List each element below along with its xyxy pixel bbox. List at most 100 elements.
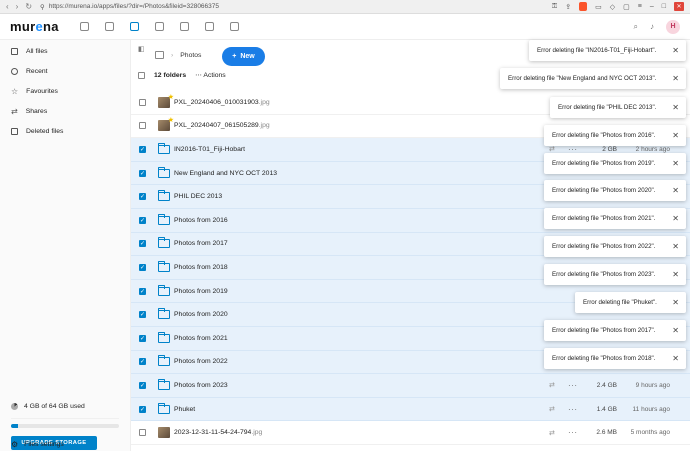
close-icon[interactable]: ✕ (672, 326, 679, 335)
row-checkbox[interactable]: ✓ (139, 216, 146, 224)
murena-logo[interactable]: murena (10, 19, 72, 34)
close-icon[interactable]: ✕ (672, 298, 679, 307)
sidebar-item-deleted-files[interactable]: Deleted files (0, 121, 130, 141)
row-checkbox[interactable]: ✓ (139, 169, 146, 177)
bookmark-icon[interactable]: ⚲ (40, 3, 45, 11)
row-checkbox[interactable]: ✓ (139, 311, 146, 319)
file-name[interactable]: New England and NYC OCT 2013 (174, 170, 277, 177)
file-name[interactable]: Photos from 2017 (174, 240, 228, 247)
file-name[interactable]: 2023-12-31-11-54-24-794.jpg (174, 429, 262, 436)
file-name[interactable]: Phuket (174, 406, 195, 413)
address-bar[interactable]: ⚲ https://murena.io/apps/files/?dir=/Pho… (40, 3, 552, 11)
back-icon[interactable]: ‹ (6, 2, 9, 11)
avatar[interactable]: H (666, 19, 680, 34)
close-window-icon[interactable]: ✕ (674, 2, 684, 11)
table-row[interactable]: ✓ Photos from 2023 ⇄ ··· 2.4 GB 9 hours ago (131, 374, 690, 398)
new-button[interactable]: + New (222, 47, 265, 66)
folder-icon (158, 260, 170, 272)
close-icon[interactable]: ✕ (672, 131, 679, 140)
sidebar-item-recent[interactable]: Recent (0, 61, 130, 81)
more-actions-icon[interactable]: ··· (568, 428, 578, 437)
file-name[interactable]: Photos from 2022 (174, 358, 228, 365)
address-url[interactable]: https://murena.io/apps/files/?dir=/Photo… (49, 3, 219, 10)
row-checkbox[interactable] (139, 122, 146, 130)
row-checkbox[interactable]: ✓ (139, 405, 146, 413)
files-toolbar: 12 folders ⋯ Actions (138, 71, 226, 79)
search-icon[interactable]: ⌕ (634, 22, 638, 32)
sidebar-item-shares[interactable]: ⇄ Shares (0, 101, 130, 121)
select-all-checkbox[interactable] (138, 71, 145, 79)
share-page-icon[interactable]: ⇪ (565, 3, 571, 11)
mail-icon[interactable] (80, 22, 89, 31)
files-icon[interactable] (130, 22, 139, 31)
file-name[interactable]: PXL_20240407_061505289.jpg (174, 122, 270, 129)
file-name[interactable]: IN2016-T01_Fiji-Hobart (174, 146, 245, 153)
file-name[interactable]: Photos from 2023 (174, 382, 228, 389)
close-icon[interactable]: ✕ (672, 270, 679, 279)
menu-icon[interactable]: ≡ (638, 3, 642, 10)
error-toast: Error deleting file "Photos from 2018". ✕ (544, 348, 686, 369)
brave-shield-icon[interactable] (579, 2, 588, 11)
home-icon[interactable] (155, 51, 164, 59)
file-name[interactable]: PXL_20240406_010031903.jpg (174, 99, 270, 106)
toast-message: Error deleting file "IN2016-T01_Fiji-Hob… (537, 47, 657, 54)
row-checkbox[interactable] (139, 429, 146, 437)
more-actions-icon[interactable]: ··· (568, 381, 578, 390)
close-icon[interactable]: ✕ (672, 159, 679, 168)
storage-pie-icon (11, 402, 18, 410)
sidebar-item-favourites[interactable]: ☆ Favourites (0, 81, 130, 101)
error-toast: Error deleting file "Photos from 2022". ✕ (544, 236, 686, 257)
sidebar-icon[interactable]: ▭ (595, 3, 602, 11)
close-icon[interactable]: ✕ (672, 46, 679, 55)
sidebar-toggle-icon[interactable]: ◧ (138, 45, 145, 53)
share-icon[interactable]: ⇄ (549, 405, 555, 413)
maximize-icon[interactable]: □ (662, 3, 666, 10)
forward-icon[interactable]: › (16, 2, 19, 11)
breadcrumb-photos[interactable]: Photos (180, 52, 201, 59)
toast-message: Error deleting file "Photos from 2020". (552, 187, 656, 194)
folder-icon (158, 190, 170, 202)
file-size: 2 GB (602, 145, 617, 153)
notifications-icon[interactable]: ♪ (650, 22, 654, 31)
row-checkbox[interactable]: ✓ (139, 263, 146, 271)
more-actions-icon[interactable]: ··· (568, 405, 578, 414)
close-icon[interactable]: ✕ (672, 242, 679, 251)
share-icon[interactable]: ⇄ (549, 381, 555, 389)
photos-icon[interactable] (155, 22, 164, 31)
table-row[interactable]: 2023-12-31-11-54-24-794.jpg ⇄ ··· 2.6 MB 5 m… (131, 421, 690, 445)
close-icon[interactable]: ✕ (672, 74, 679, 83)
file-name[interactable]: Photos from 2016 (174, 217, 228, 224)
extensions-icon[interactable]: ◇ (610, 3, 615, 11)
wallet-icon[interactable]: ▢ (623, 3, 630, 11)
file-name[interactable]: Photos from 2018 (174, 264, 228, 271)
calendar-icon[interactable] (105, 22, 114, 31)
share-icon[interactable]: ⇄ (549, 429, 555, 437)
file-name[interactable]: Photos from 2019 (174, 288, 228, 295)
actions-menu[interactable]: ⋯ Actions (195, 71, 226, 79)
row-checkbox[interactable]: ✓ (139, 381, 146, 389)
file-name[interactable]: Photos from 2020 (174, 311, 228, 318)
notes-icon[interactable] (180, 22, 189, 31)
key-icon[interactable]: ⚿ (552, 3, 557, 11)
files-settings-button[interactable]: ⚙ Files settings (11, 440, 64, 449)
row-checkbox[interactable]: ✓ (139, 358, 146, 366)
close-icon[interactable]: ✕ (672, 186, 679, 195)
row-checkbox[interactable]: ✓ (139, 287, 146, 295)
reload-icon[interactable]: ↻ (25, 2, 32, 11)
row-checkbox[interactable]: ✓ (139, 145, 146, 153)
row-checkbox[interactable]: ✓ (139, 193, 146, 201)
browser-nav: ‹ › ↻ (6, 2, 32, 11)
close-icon[interactable]: ✕ (672, 103, 679, 112)
close-icon[interactable]: ✕ (672, 214, 679, 223)
file-name[interactable]: PHIL DEC 2013 (174, 193, 222, 200)
file-name[interactable]: Photos from 2021 (174, 335, 228, 342)
row-checkbox[interactable]: ✓ (139, 240, 146, 248)
close-icon[interactable]: ✕ (672, 354, 679, 363)
table-row[interactable]: ✓ Phuket ⇄ ··· 1.4 GB 11 hours ago (131, 397, 690, 422)
row-checkbox[interactable]: ✓ (139, 334, 146, 342)
row-checkbox[interactable] (139, 98, 146, 106)
sidebar-item-all-files[interactable]: All files (0, 41, 130, 61)
contacts-icon[interactable] (205, 22, 214, 31)
tasks-icon[interactable] (230, 22, 239, 31)
minimize-icon[interactable]: – (650, 3, 654, 10)
